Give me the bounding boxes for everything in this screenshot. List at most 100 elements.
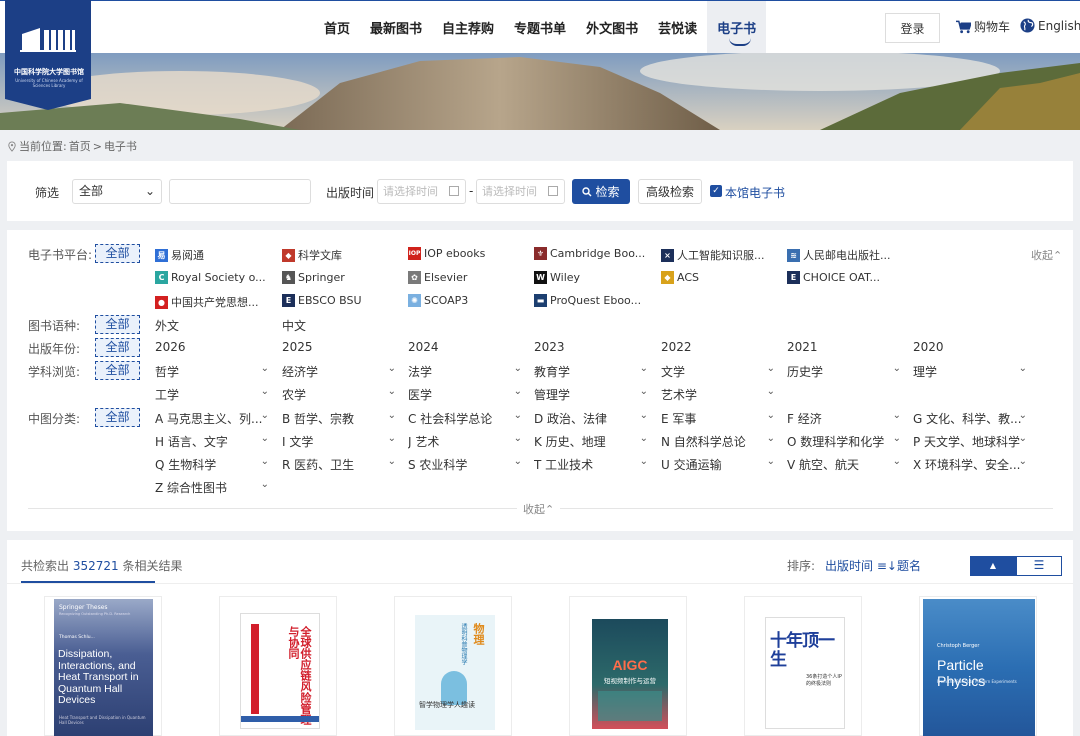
platform-item[interactable]: E EBSCO BSU bbox=[282, 294, 362, 307]
year-option[interactable]: 2022 bbox=[661, 340, 692, 354]
facets-collapse[interactable]: 收起⌃ bbox=[517, 501, 561, 517]
nav-foreign-books[interactable]: 外文图书 bbox=[576, 1, 648, 54]
language-option[interactable]: 外文 bbox=[155, 317, 179, 334]
library-ebook-label[interactable]: 本馆电子书 bbox=[725, 184, 785, 201]
clc-option[interactable]: B 哲学、宗教 ⌄ bbox=[282, 410, 396, 426]
sort-by-date[interactable]: 出版时间 ≡↓ bbox=[825, 557, 897, 574]
year-option[interactable]: 2024 bbox=[408, 340, 439, 354]
language-switch[interactable]: English bbox=[1020, 18, 1080, 33]
filter-select[interactable]: 全部 ⌄ bbox=[72, 179, 162, 204]
book-card[interactable]: Christoph Berger Particle Physics From t… bbox=[919, 596, 1037, 736]
keyword-input[interactable] bbox=[169, 179, 311, 204]
year-all-button[interactable]: 全部 bbox=[95, 338, 140, 357]
clc-option[interactable]: X 环境科学、安全... ⌄ bbox=[913, 456, 1027, 472]
cart-link[interactable]: 购物车 bbox=[956, 18, 1010, 35]
subject-option[interactable]: 管理学 ⌄ bbox=[534, 386, 648, 402]
book-card[interactable]: 十年顶一生 36条打造个人IP的终极法则 bbox=[744, 596, 862, 736]
breadcrumb-home[interactable]: 首页 bbox=[69, 138, 91, 154]
platform-item[interactable]: ◆ ACS bbox=[661, 271, 699, 284]
login-button[interactable]: 登录 bbox=[885, 13, 940, 43]
clc-option[interactable]: D 政治、法律 ⌄ bbox=[534, 410, 648, 426]
platform-item[interactable]: 易易阅通 bbox=[155, 247, 204, 263]
date-from-input[interactable]: 请选择时间 bbox=[377, 179, 466, 204]
nav-booklists[interactable]: 专题书单 bbox=[504, 1, 576, 54]
clc-option[interactable]: G 文化、科学、教... ⌄ bbox=[913, 410, 1027, 426]
clc-option[interactable]: A 马克思主义、列... ⌄ bbox=[155, 410, 269, 426]
nav-new-books[interactable]: 最新图书 bbox=[360, 1, 432, 54]
book-card[interactable]: 全球供应链风险管理与协同 bbox=[219, 596, 337, 736]
platform-item[interactable]: ⨯ 人工智能知识服... bbox=[661, 247, 765, 263]
subject-option[interactable]: 哲学 ⌄ bbox=[155, 363, 269, 379]
year-option[interactable]: 2026 bbox=[155, 340, 186, 354]
grid-view-button[interactable]: ▲ bbox=[970, 556, 1016, 576]
platform-item[interactable]: E CHOICE OAT... bbox=[787, 271, 880, 284]
clc-option[interactable]: Z 综合性图书 ⌄ bbox=[155, 479, 269, 495]
clc-option[interactable]: J 艺术 ⌄ bbox=[408, 433, 522, 449]
platform-all-button[interactable]: 全部 bbox=[95, 244, 140, 263]
date-to-input[interactable]: 请选择时间 bbox=[476, 179, 565, 204]
result-count-number: 352721 bbox=[72, 559, 119, 573]
subject-option[interactable]: 法学 ⌄ bbox=[408, 363, 522, 379]
subject-option[interactable]: 文学 ⌄ bbox=[661, 363, 775, 379]
platform-item[interactable]: W Wiley bbox=[534, 271, 580, 284]
clc-option[interactable]: P 天文学、地球科学 ⌄ bbox=[913, 433, 1027, 449]
book-card[interactable]: Springer Theses Recognizing Outstanding … bbox=[44, 596, 162, 736]
platform-item[interactable]: ✿ Elsevier bbox=[408, 271, 467, 284]
year-option[interactable]: 2021 bbox=[787, 340, 818, 354]
platform-item[interactable]: ♞ Springer bbox=[282, 271, 345, 284]
nav-home[interactable]: 首页 bbox=[314, 1, 360, 54]
year-option[interactable]: 2025 bbox=[282, 340, 313, 354]
platform-item[interactable]: ✺ SCOAP3 bbox=[408, 294, 468, 307]
platform-item[interactable]: IOP IOP ebooks bbox=[408, 247, 485, 260]
clc-all-button[interactable]: 全部 bbox=[95, 408, 140, 427]
clc-option[interactable]: V 航空、航天 ⌄ bbox=[787, 456, 901, 472]
subject-option[interactable]: 工学 ⌄ bbox=[155, 386, 269, 402]
language-all-button[interactable]: 全部 bbox=[95, 315, 140, 334]
clc-option[interactable]: R 医药、卫生 ⌄ bbox=[282, 456, 396, 472]
subject-option[interactable]: 医学 ⌄ bbox=[408, 386, 522, 402]
subject-option[interactable]: 理学 ⌄ bbox=[913, 363, 1027, 379]
advanced-search-button[interactable]: 高级检索 bbox=[638, 179, 702, 204]
subject-option-label: 工学 bbox=[155, 388, 180, 402]
subject-option[interactable]: 农学 ⌄ bbox=[282, 386, 396, 402]
book-card[interactable]: AIGC 短视频制作与运营 bbox=[569, 596, 687, 736]
subject-option[interactable]: 历史学 ⌄ bbox=[787, 363, 901, 379]
list-view-button[interactable]: ☰ bbox=[1016, 556, 1062, 576]
clc-option[interactable]: O 数理科学和化学 ⌄ bbox=[787, 433, 901, 449]
search-button[interactable]: 检索 bbox=[572, 179, 630, 204]
library-ebook-checkbox[interactable]: ✓ bbox=[710, 185, 722, 197]
platform-item[interactable]: ⚜ Cambridge Boo... bbox=[534, 247, 645, 260]
nav-recommend[interactable]: 自主荐购 bbox=[432, 1, 504, 54]
subject-option-label: 农学 bbox=[282, 388, 307, 402]
subject-all-button[interactable]: 全部 bbox=[95, 361, 140, 380]
clc-option[interactable]: K 历史、地理 ⌄ bbox=[534, 433, 648, 449]
library-logo[interactable]: 中国科学院大学图书馆 University of Chinese Academy… bbox=[5, 0, 91, 110]
year-option[interactable]: 2023 bbox=[534, 340, 565, 354]
sort-by-title[interactable]: 题名 bbox=[897, 557, 921, 574]
platform-collapse[interactable]: 收起⌃ bbox=[1031, 247, 1062, 263]
platform-item[interactable]: ≋ 人民邮电出版社... bbox=[787, 247, 891, 263]
year-option[interactable]: 2020 bbox=[913, 340, 944, 354]
clc-option[interactable]: N 自然科学总论 ⌄ bbox=[661, 433, 775, 449]
platform-name: 人工智能知识服... bbox=[677, 249, 765, 262]
platform-item[interactable]: C Royal Society o... bbox=[155, 271, 266, 284]
subject-option[interactable]: 艺术学 ⌄ bbox=[661, 386, 775, 402]
nav-yunyuedu[interactable]: 芸悦读 bbox=[648, 1, 707, 54]
clc-option[interactable]: H 语言、文字 ⌄ bbox=[155, 433, 269, 449]
subject-option[interactable]: 经济学 ⌄ bbox=[282, 363, 396, 379]
language-option[interactable]: 中文 bbox=[282, 317, 306, 334]
platform-item[interactable]: ● 中国共产党思想... bbox=[155, 294, 259, 310]
clc-option[interactable]: S 农业科学 ⌄ bbox=[408, 456, 522, 472]
clc-option[interactable]: Q 生物科学 ⌄ bbox=[155, 456, 269, 472]
platform-item[interactable]: ◆ 科学文库 bbox=[282, 247, 342, 263]
clc-option[interactable]: U 交通运输 ⌄ bbox=[661, 456, 775, 472]
clc-option[interactable]: I 文学 ⌄ bbox=[282, 433, 396, 449]
clc-option[interactable]: E 军事 ⌄ bbox=[661, 410, 775, 426]
book-card[interactable]: 物理 透明科普物理学 智学物理学人趣读 bbox=[394, 596, 512, 736]
clc-option[interactable]: T 工业技术 ⌄ bbox=[534, 456, 648, 472]
nav-ebooks[interactable]: 电子书 bbox=[707, 1, 767, 54]
platform-item[interactable]: ▬ ProQuest Eboo... bbox=[534, 294, 641, 307]
clc-option[interactable]: C 社会科学总论 ⌄ bbox=[408, 410, 522, 426]
subject-option[interactable]: 教育学 ⌄ bbox=[534, 363, 648, 379]
clc-option[interactable]: F 经济 ⌄ bbox=[787, 410, 901, 426]
